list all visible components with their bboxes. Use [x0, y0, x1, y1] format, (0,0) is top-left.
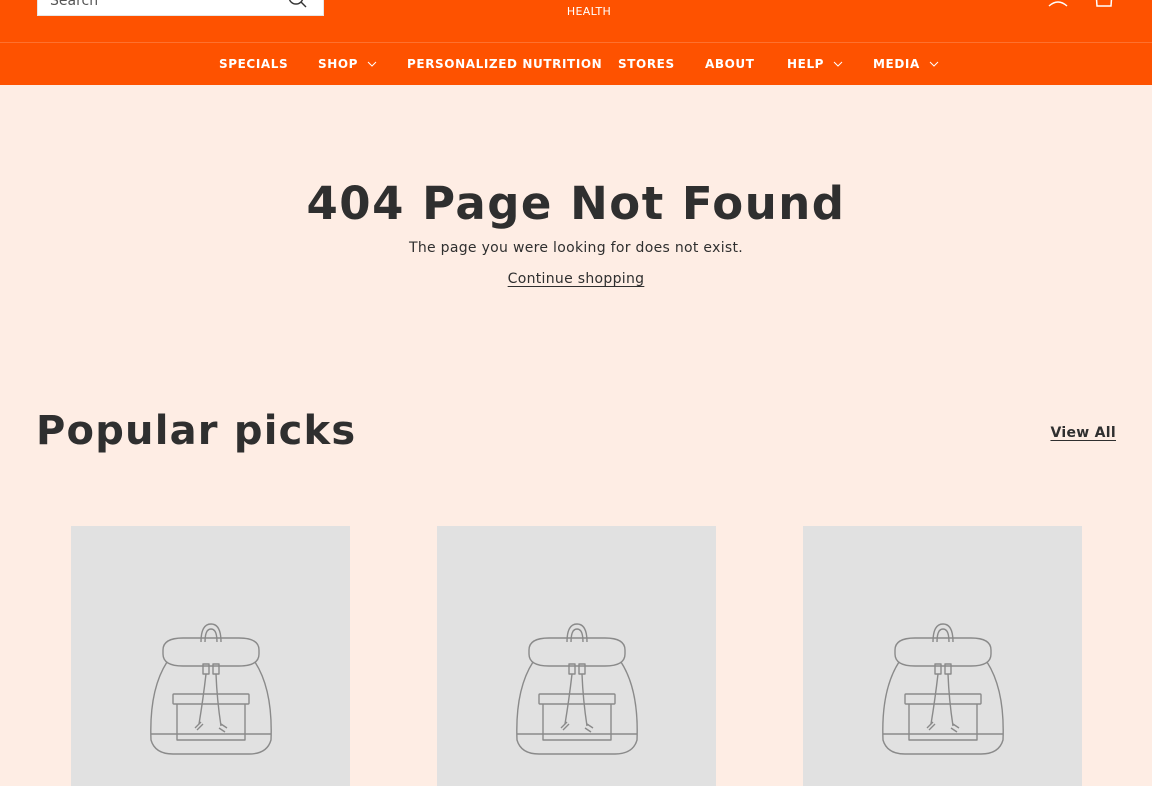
nav-item-label: STORES	[618, 57, 675, 71]
search-icon	[288, 0, 307, 8]
nav-item-stores[interactable]: STORES	[618, 55, 675, 73]
continue-shopping-link[interactable]: Continue shopping	[476, 271, 676, 287]
search-form	[37, 0, 324, 16]
nav-item-shop[interactable]: SHOP	[318, 55, 377, 73]
account-icon	[1048, 1, 1068, 7]
backpack-placeholder-icon	[882, 623, 1004, 755]
backpack-placeholder-icon	[150, 623, 272, 755]
cart-icon	[1095, 0, 1113, 7]
nav-item-label: PERSONALIZED NUTRITION	[407, 57, 603, 71]
product-card[interactable]	[71, 526, 350, 786]
nav-item-help[interactable]: HELP	[787, 55, 843, 73]
logo-mark[interactable]	[540, 0, 638, 2]
account-button[interactable]	[1047, 0, 1069, 8]
chevron-down-icon	[929, 61, 939, 67]
nav-item-about[interactable]: ABOUT	[705, 55, 755, 73]
section-title: Popular picks	[36, 408, 357, 454]
logo-subtext[interactable]: HEALTH	[540, 5, 638, 18]
nav-item-label: MEDIA	[873, 57, 920, 71]
search-input[interactable]	[50, 0, 280, 15]
site-header: HEALTH SPECIALS SHOP PERSONALIZED NUTRIT…	[0, 0, 1152, 85]
nav-item-specials[interactable]: SPECIALS	[219, 55, 288, 73]
product-card[interactable]	[803, 526, 1082, 786]
nav-item-personalized-nutrition[interactable]: PERSONALIZED NUTRITION	[407, 55, 602, 73]
chevron-down-icon	[367, 61, 377, 67]
nav-item-label: SHOP	[318, 57, 359, 71]
nav-item-label: ABOUT	[705, 57, 755, 71]
nav-item-label: SPECIALS	[219, 57, 289, 71]
search-button[interactable]	[285, 0, 309, 13]
cart-button[interactable]	[1093, 0, 1115, 8]
nav-item-label: HELP	[787, 57, 825, 71]
backpack-placeholder-icon	[516, 623, 638, 755]
nav-item-media[interactable]: MEDIA	[873, 55, 939, 73]
product-card[interactable]	[437, 526, 716, 786]
main-nav: SPECIALS SHOP PERSONALIZED NUTRITION STO…	[0, 43, 1152, 85]
not-found-message: The page you were looking for does not e…	[408, 240, 744, 256]
chevron-down-icon	[833, 61, 843, 67]
view-all-link[interactable]: View All	[1050, 425, 1116, 441]
page-title: 404 Page Not Found	[306, 177, 846, 230]
